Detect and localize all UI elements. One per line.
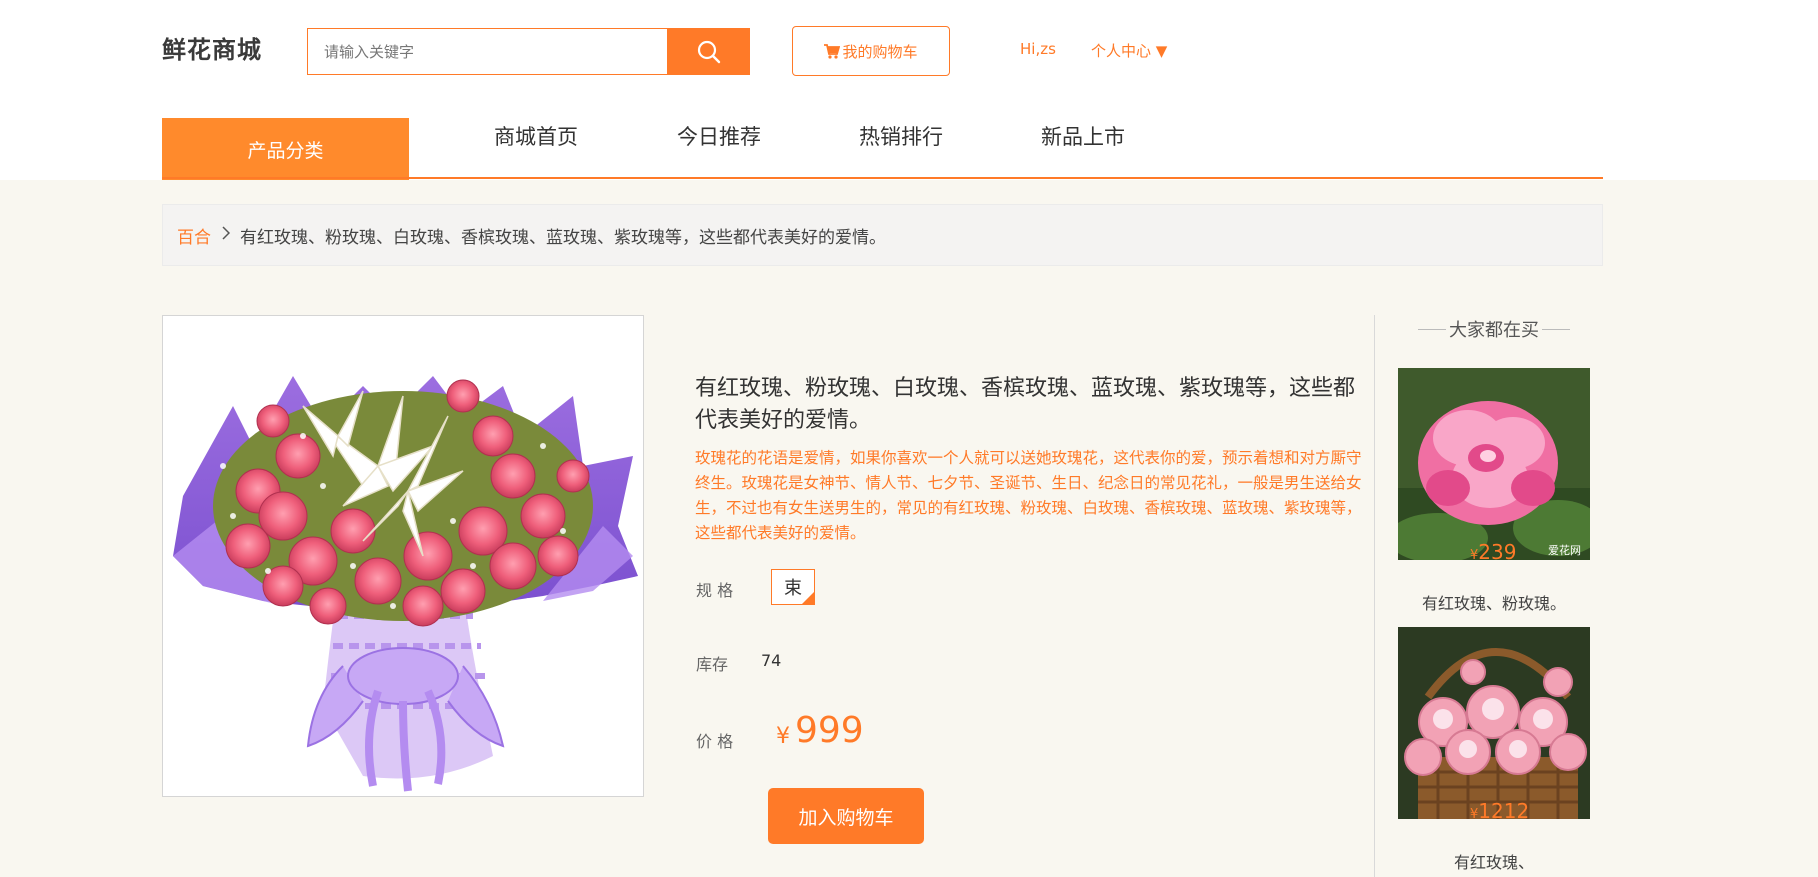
search-icon (697, 40, 721, 63)
popular-item-image: ¥1212 (1398, 627, 1590, 819)
breadcrumb-category[interactable]: 百合 (177, 223, 211, 248)
popular-item[interactable]: 爱花网 ¥239 有红玫瑰、粉玫瑰。 (1398, 368, 1590, 614)
user-greeting[interactable]: Hi,zs (1020, 40, 1056, 58)
popular-item-name: 有红玫瑰、 (1453, 853, 1534, 872)
popular-title-text: 大家都在买 (1449, 320, 1539, 341)
flower-bouquet-image (163, 316, 643, 796)
search-input[interactable] (308, 29, 667, 74)
popular-section-title: 大家都在买 (1418, 316, 1570, 342)
pink-rose-image: 爱花网 (1398, 368, 1590, 560)
spec-option-selected[interactable]: 束 (771, 569, 815, 605)
nav-item-new-arrivals[interactable]: 新品上市 (1041, 121, 1125, 151)
price-value: 999 (795, 710, 864, 751)
price-currency-symbol: ¥ (776, 724, 790, 749)
stock-label: 库存 (696, 655, 729, 674)
nav-item-home[interactable]: 商城首页 (494, 121, 578, 151)
user-center-menu[interactable]: 个人中心 ▼ (1091, 40, 1167, 61)
rose-basket-image (1398, 627, 1590, 819)
nav-item-today-recommend[interactable]: 今日推荐 (677, 121, 761, 151)
price-label: 价 格 (696, 732, 734, 751)
popular-item-price: ¥239 (1470, 540, 1517, 560)
title-line-right (1542, 328, 1570, 330)
site-logo[interactable]: 鲜花商城 (162, 30, 262, 65)
breadcrumb: 百合 有红玫瑰、粉玫瑰、白玫瑰、香槟玫瑰、蓝玫瑰、紫玫瑰等，这些都代表美好的爱情… (162, 204, 1603, 266)
popular-item-name: 有红玫瑰、粉玫瑰。 (1421, 594, 1566, 613)
nav-product-category[interactable]: 产品分类 (162, 118, 409, 180)
my-cart-button[interactable]: 我的购物车 (792, 26, 950, 76)
sidebar-divider (1374, 315, 1375, 877)
cart-icon (824, 43, 841, 59)
spec-option-label: 束 (784, 578, 802, 599)
search-box (307, 28, 668, 75)
my-cart-label: 我的购物车 (842, 42, 918, 61)
breadcrumb-current: 有红玫瑰、粉玫瑰、白玫瑰、香槟玫瑰、蓝玫瑰、紫玫瑰等，这些都代表美好的爱情。 (240, 227, 886, 248)
chevron-right-icon (221, 225, 231, 245)
title-line-left (1418, 328, 1446, 330)
selected-corner-icon (802, 592, 814, 604)
popular-item-image: 爱花网 ¥239 (1398, 368, 1590, 560)
product-title: 有红玫瑰、粉玫瑰、白玫瑰、香槟玫瑰、蓝玫瑰、紫玫瑰等，这些都代表美好的爱情。 (695, 376, 1356, 433)
nav-underline (162, 177, 1603, 179)
product-image (162, 315, 644, 797)
add-to-cart-button[interactable]: 加入购物车 (768, 788, 924, 844)
spec-label: 规 格 (696, 581, 734, 600)
search-button[interactable] (668, 28, 750, 75)
nav-item-hot-ranking[interactable]: 热销排行 (859, 121, 943, 151)
stock-value: 74 (761, 651, 782, 670)
popular-item[interactable]: ¥1212 有红玫瑰、 (1398, 627, 1590, 873)
watermark-text: 爱花网 (1548, 544, 1581, 557)
product-description: 玫瑰花的花语是爱情，如果你喜欢一个人就可以送她玫瑰花，这代表你的爱，预示着想和对… (695, 449, 1362, 542)
popular-item-price: ¥1212 (1470, 799, 1530, 819)
